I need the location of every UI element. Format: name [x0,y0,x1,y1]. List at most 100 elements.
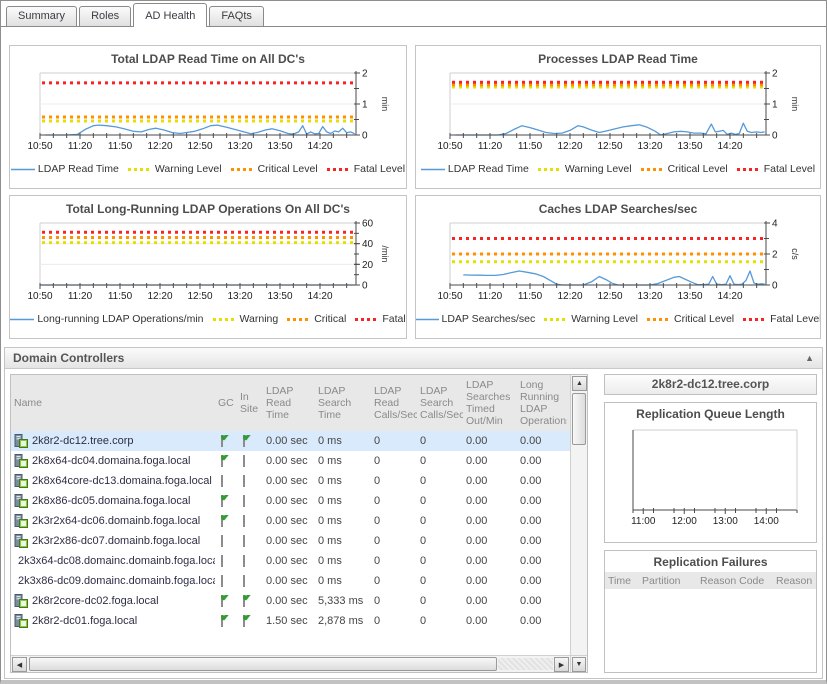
dc-name-cell[interactable]: 2k3r2x86-dc07.domainb.foga.local [11,534,215,548]
table-cell: 0.00 sec [263,475,315,487]
server-icon [14,434,28,448]
table-row[interactable]: 2k3x64-dc08.domainc.domainb.foga.local0.… [11,551,570,571]
domain-controllers-panel: Domain Controllers ▲ NameGCIn SiteLDAP R… [4,347,823,679]
svg-text:14:20: 14:20 [717,291,742,302]
dc-name[interactable]: 2k3r2x86-dc07.domainb.foga.local [32,535,200,547]
dc-name[interactable]: 2k8x64-dc04.domaina.foga.local [32,455,190,467]
tab-faqts[interactable]: FAQts [209,6,264,26]
legend-label: LDAP Read Time [38,163,119,175]
dc-name[interactable]: 2k8x86-dc05.domaina.foga.local [32,495,190,507]
horizontal-scrollbar[interactable]: ◀ ▶ [11,655,570,672]
table-cell: 5,333 ms [315,595,371,607]
tab-summary[interactable]: Summary [6,6,77,26]
warning-level-swatch [538,166,562,173]
table-row[interactable]: 2k3x86-dc09.domainc.domainb.foga.local0.… [11,571,570,591]
replication-queue-length-plot: 11:0012:0013:0014:00 [611,422,811,536]
critical-swatch [287,316,311,323]
table-row[interactable]: 2k8r2-dc01.foga.local1.50 sec2,878 ms000… [11,611,570,631]
table-main: NameGCIn SiteLDAP Read TimeLDAP Search T… [11,375,570,655]
svg-text:60: 60 [362,219,374,230]
vertical-scroll-thumb[interactable] [572,393,586,445]
scroll-left-button[interactable]: ◀ [12,657,27,672]
svg-text:2: 2 [362,69,368,80]
legend-label: Critical Level [668,163,728,175]
svg-text:10:50: 10:50 [27,141,52,152]
dc-name[interactable]: 2k3r2x64-dc06.domainb.foga.local [32,515,200,527]
dc-name-cell[interactable]: 2k3x64-dc08.domainc.domainb.foga.local [11,554,215,568]
legend-label: Fatal Level [354,163,405,175]
table-cell [215,495,237,507]
svg-text:1: 1 [362,100,368,111]
vertical-scrollbar[interactable]: ▲ [570,375,587,655]
legend-item-ldap-read-time: LDAP Read Time [11,163,119,175]
dc-name[interactable]: 2k8r2-dc12.tree.corp [32,435,134,447]
tab-roles[interactable]: Roles [79,6,131,26]
table-cell: 0.00 sec [263,455,315,467]
table-row[interactable]: 2k8r2-dc12.tree.corp0.00 sec0 ms000.000.… [11,431,570,451]
table-cell: 0.00 [517,595,567,607]
svg-text:14:20: 14:20 [307,291,332,302]
dc-name[interactable]: 2k8r2-dc01.foga.local [32,615,137,627]
dc-name-cell[interactable]: 2k8x86-dc05.domaina.foga.local [11,494,215,508]
scroll-right-button[interactable]: ▶ [554,657,569,672]
dc-name[interactable]: 2k8x64core-dc13.domaina.foga.local [32,475,212,487]
table-cell: 0 [371,575,417,587]
legend-label: Fatal Level [770,313,821,325]
svg-text:13:20: 13:20 [637,141,662,152]
table-row[interactable]: 2k3r2x86-dc07.domainb.foga.local0.00 sec… [11,531,570,551]
svg-text:13:50: 13:50 [267,291,292,302]
table-row[interactable]: 2k8r2core-dc02.foga.local0.00 sec5,333 m… [11,591,570,611]
scrollbar-corner: ▼ [570,655,587,672]
tab-ad-health[interactable]: AD Health [133,3,207,27]
table-cell [237,615,263,627]
processes-ldap-read-time-plot: 10:5011:2011:5012:2012:5013:2013:5014:20… [424,67,812,163]
in-site-checkbox [243,575,245,587]
table-cell: 0 [371,495,417,507]
table-cell [215,535,237,547]
dc-name-cell[interactable]: 2k8x64core-dc13.domaina.foga.local [11,474,215,488]
svg-text:2: 2 [772,250,778,261]
legend-item-ldap-read-time: LDAP Read Time [421,163,529,175]
dc-name-cell[interactable]: 2k8r2core-dc02.foga.local [11,594,215,608]
table-cell: 0 [417,435,463,447]
replication-queue-title: Replication Queue Length [605,407,816,421]
server-icon [14,494,28,508]
scroll-down-button[interactable]: ▼ [572,657,586,672]
scroll-up-button[interactable]: ▲ [572,376,587,391]
replication-failures-panel: Replication Failures TimePartitionReason… [604,550,817,673]
critical-level-swatch [231,166,255,173]
failures-column-partition: Partition [639,575,697,587]
warning-swatch [213,316,237,323]
legend-item-critical: Critical [287,313,346,325]
table-cell [237,555,263,567]
table-row[interactable]: 2k8x64core-dc13.domaina.foga.local 0.00 s… [11,471,570,491]
gc-checkbox [221,435,223,447]
horizontal-scroll-thumb[interactable] [29,657,497,671]
svg-text:11:50: 11:50 [108,141,133,152]
dc-name[interactable]: 2k8r2core-dc02.foga.local [32,595,159,607]
dc-name-cell[interactable]: 2k3r2x64-dc06.domainb.foga.local [11,514,215,528]
table-cell: 0 [371,535,417,547]
svg-text:10:50: 10:50 [27,291,52,302]
collapse-arrow-icon[interactable]: ▲ [805,353,814,363]
svg-text:11:20: 11:20 [478,141,503,152]
dc-name[interactable]: 2k3x86-dc09.domainc.domainb.foga.local [18,575,215,587]
dc-name[interactable]: 2k3x64-dc08.domainc.domainb.foga.local [18,555,215,567]
dc-name-cell[interactable]: 2k3x86-dc09.domainc.domainb.foga.local [11,574,215,588]
dc-name-cell[interactable]: 2k8r2-dc01.foga.local [11,614,215,628]
legend-item-critical-level: Critical Level [641,163,728,175]
table-cell: 0.00 [463,435,517,447]
table-cell [237,575,263,587]
column-header-gc: GC [215,395,237,411]
failures-column-reason: Reason [773,575,817,587]
total-long-running-ldap-operations-on-all-dc-s-chart: Total Long-Running LDAP Operations On Al… [9,195,407,339]
table-row[interactable]: 2k3r2x64-dc06.domainb.foga.local 0.00 sec… [11,511,570,531]
table-cell: 0.00 sec [263,515,315,527]
dc-name-cell[interactable]: 2k8r2-dc12.tree.corp [11,434,215,448]
horizontal-scroll-track[interactable] [498,658,553,670]
table-cell [215,555,237,567]
table-row[interactable]: 2k8x86-dc05.domaina.foga.local0.00 sec0 … [11,491,570,511]
dc-name-cell[interactable]: 2k8x64-dc04.domaina.foga.local [11,454,215,468]
legend-label: Critical [314,313,346,325]
table-row[interactable]: 2k8x64-dc04.domaina.foga.local0.00 sec0 … [11,451,570,471]
